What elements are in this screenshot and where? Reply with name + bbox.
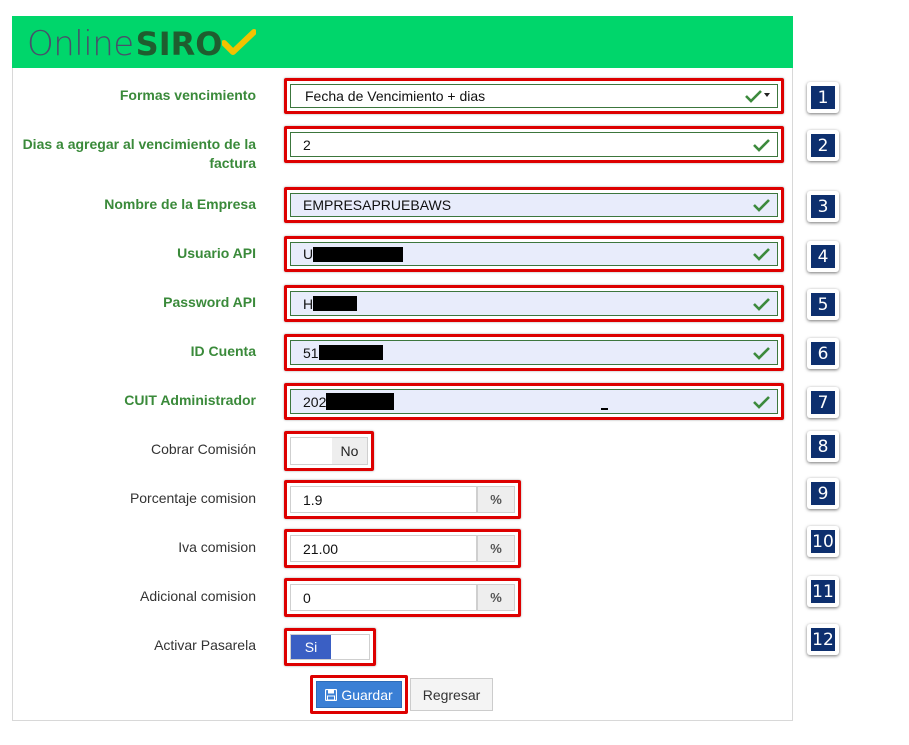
usuario-api-input[interactable]: U <box>290 242 778 266</box>
activar-pasarela-toggle[interactable]: Si <box>290 634 370 660</box>
adicional-comision-highlight: 0 % <box>284 578 521 617</box>
adicional-comision-input[interactable]: 0 <box>290 584 477 611</box>
label-cuit-administrador: CUIT Administrador <box>124 392 256 408</box>
label-porcentaje-comision: Porcentaje comision <box>129 490 256 506</box>
text-cursor <box>601 408 608 410</box>
formas-vencimiento-select[interactable]: Fecha de Vencimiento + dias <box>290 84 778 108</box>
regresar-button[interactable]: Regresar <box>410 678 493 711</box>
activar-pasarela-highlight: Si <box>284 628 376 666</box>
usuario-api-highlight: U <box>284 236 784 272</box>
dias-agregar-input[interactable]: 2 <box>290 132 778 157</box>
step-badge-12: 12 <box>807 624 839 655</box>
step-badge-2: 2 <box>807 130 839 161</box>
label-nombre-empresa: Nombre de la Empresa <box>104 196 256 212</box>
redaction-mask <box>318 345 383 360</box>
guardar-label: Guardar <box>341 686 393 703</box>
nombre-empresa-input[interactable]: EMPRESAPRUEBAWS <box>290 193 778 217</box>
label-iva-comision: Iva comision <box>178 539 256 555</box>
guardar-button[interactable]: Guardar <box>316 681 402 708</box>
check-icon <box>753 297 770 311</box>
redaction-mask <box>313 296 358 311</box>
password-api-value: H <box>303 295 314 312</box>
porcentaje-comision-highlight: 1.9 % <box>284 480 521 519</box>
formas-vencimiento-value: Fecha de Vencimiento + dias <box>305 88 486 104</box>
label-dias-agregar: Dias a agregar al vencimiento de la fact… <box>22 136 256 171</box>
step-badge-6: 6 <box>807 338 839 369</box>
id-cuenta-input[interactable]: 51 <box>290 340 778 365</box>
percent-addon: % <box>477 486 515 513</box>
label-password-api: Password API <box>163 294 256 310</box>
cuit-administrador-highlight: 202 <box>284 383 784 420</box>
logo-text-siro: SIRO <box>135 25 223 63</box>
step-badge-1: 1 <box>807 82 839 113</box>
usuario-api-value: U <box>303 246 314 262</box>
label-usuario-api: Usuario API <box>177 245 256 261</box>
adicional-comision-value: 0 <box>303 589 311 606</box>
label-id-cuenta: ID Cuenta <box>190 343 256 359</box>
step-badge-9: 9 <box>807 478 839 509</box>
step-badge-10: 10 <box>807 526 839 557</box>
toggle-state-label: No <box>332 438 367 464</box>
label-adicional-comision: Adicional comision <box>140 588 256 604</box>
label-activar-pasarela: Activar Pasarela <box>154 637 256 653</box>
check-icon <box>753 346 770 360</box>
percent-addon: % <box>477 535 515 562</box>
check-icon <box>745 90 770 103</box>
iva-comision-highlight: 21.00 % <box>284 529 521 568</box>
step-badge-5: 5 <box>807 289 839 320</box>
check-icon <box>753 199 770 212</box>
step-badge-4: 4 <box>807 241 839 272</box>
guardar-highlight: Guardar <box>310 675 408 714</box>
check-icon <box>753 395 770 409</box>
porcentaje-comision-input[interactable]: 1.9 <box>290 486 477 513</box>
logo-check-icon <box>222 29 257 55</box>
id-cuenta-value: 51 <box>303 344 319 361</box>
step-badge-3: 3 <box>807 191 839 222</box>
cuit-administrador-value: 202 <box>303 393 327 410</box>
iva-comision-value: 21.00 <box>303 540 339 557</box>
check-icon <box>753 138 770 152</box>
label-cobrar-comision: Cobrar Comisión <box>150 441 256 457</box>
floppy-disk-icon <box>325 688 338 701</box>
logo-text-online: Online <box>27 24 134 64</box>
step-badge-8: 8 <box>807 431 839 462</box>
redaction-mask <box>313 246 404 262</box>
check-icon <box>753 248 770 261</box>
step-badge-7: 7 <box>807 387 839 418</box>
toggle-state-label: Si <box>291 635 331 659</box>
iva-comision-input[interactable]: 21.00 <box>290 535 477 562</box>
formas-vencimiento-highlight: Fecha de Vencimiento + dias <box>284 78 784 114</box>
id-cuenta-highlight: 51 <box>284 334 784 371</box>
percent-addon: % <box>477 584 515 611</box>
online-siro-logo: Online SIRO <box>27 24 257 64</box>
brand-header: Online SIRO <box>12 16 793 68</box>
step-badge-11: 11 <box>807 576 839 607</box>
nombre-empresa-value: EMPRESAPRUEBAWS <box>303 197 452 213</box>
toggle-handle <box>291 438 332 464</box>
redaction-mask <box>326 393 395 410</box>
cobrar-comision-toggle[interactable]: No <box>290 437 368 465</box>
password-api-highlight: H <box>284 285 784 322</box>
cobrar-comision-highlight: No <box>284 431 374 471</box>
toggle-handle <box>331 635 369 659</box>
label-formas-vencimiento: Formas vencimiento <box>119 87 256 103</box>
dias-agregar-highlight: 2 <box>284 126 784 163</box>
nombre-empresa-highlight: EMPRESAPRUEBAWS <box>284 187 784 223</box>
dias-agregar-value: 2 <box>303 136 311 153</box>
password-api-input[interactable]: H <box>290 291 778 316</box>
cuit-administrador-input[interactable]: 202 <box>290 389 778 414</box>
porcentaje-comision-value: 1.9 <box>303 491 323 508</box>
